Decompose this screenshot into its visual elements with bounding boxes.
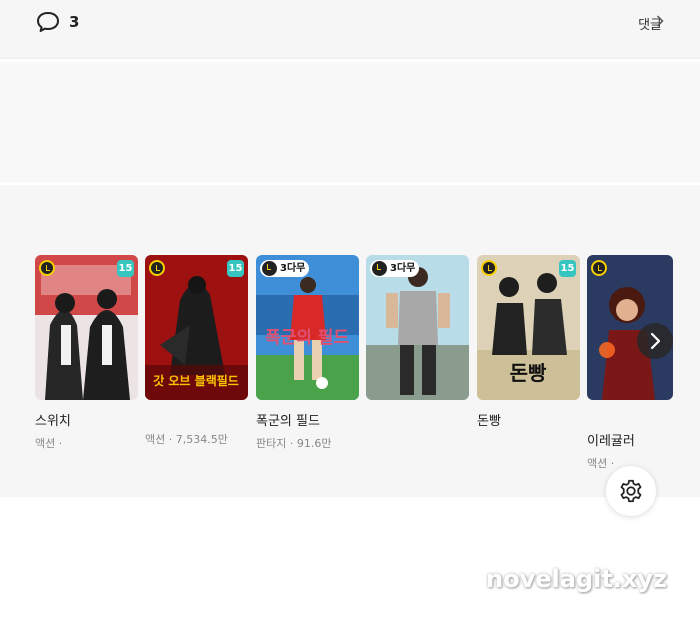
webtoon-thumbnail[interactable]: 폭군의 필드 3다무	[256, 255, 359, 400]
webtoon-meta	[477, 435, 580, 448]
webtoon-thumbnail[interactable]: 갓 오브 블랙필드 15	[145, 255, 248, 400]
cover-title: 돈빵	[510, 361, 547, 385]
webtoon-thumbnail[interactable]: 15	[35, 255, 138, 400]
webtoon-title[interactable]	[366, 410, 469, 425]
webtoon-meta: 액션 ·	[35, 437, 63, 450]
webtoon-meta: 액션 · 7,534.5만	[145, 433, 228, 446]
webtoon-title[interactable]: 이레귤러	[587, 430, 673, 449]
wait-free-label: 3다무	[280, 263, 306, 274]
clock-icon	[372, 261, 387, 276]
webtoon-card[interactable]: 이레귤러 액션 ·	[587, 255, 673, 471]
wait-free-label: 3다무	[390, 263, 416, 274]
comment-bar: 3 댓글	[0, 0, 700, 59]
chevron-right-icon[interactable]	[656, 15, 664, 27]
webtoon-card[interactable]: 갓 오브 블랙필드 15 액션 · 7,534.5만	[145, 255, 248, 447]
faded-section	[0, 62, 700, 182]
webtoon-card[interactable]: 3다무	[366, 255, 469, 444]
webtoon-meta: 판타지 · 91.6만	[256, 437, 332, 450]
comment-icon	[37, 12, 59, 32]
age-rating-badge: 15	[117, 260, 134, 277]
wait-free-badge: 3다무	[260, 260, 310, 277]
webtoon-title[interactable]	[145, 410, 248, 425]
webtoon-card[interactable]: 돈빵 15 돈빵	[477, 255, 580, 448]
webtoon-thumbnail[interactable]: 3다무	[366, 255, 469, 400]
webtoon-meta	[366, 431, 469, 444]
watermark: novelagit.xyz	[486, 565, 668, 593]
cover-title: 폭군의 필드	[265, 328, 349, 348]
chevron-right-icon	[650, 332, 661, 350]
webtoon-title[interactable]: 폭군의 필드	[256, 410, 359, 429]
webtoon-title[interactable]: 돈빵	[477, 410, 580, 429]
webtoon-title[interactable]: 스위치	[35, 410, 138, 429]
clock-icon	[481, 260, 497, 276]
age-rating-badge: 15	[559, 260, 576, 277]
webtoon-thumbnail[interactable]: 돈빵 15	[477, 255, 580, 400]
wait-free-badge: 3다무	[370, 260, 420, 277]
settings-button[interactable]	[606, 466, 656, 516]
comment-count: 3	[69, 13, 80, 31]
webtoon-card[interactable]: 폭군의 필드 3다무 폭군의 필드 판타지 · 91.6만	[256, 255, 359, 451]
age-rating-badge: 15	[227, 260, 244, 277]
webtoon-card[interactable]: 15 스위치 액션 ·	[35, 255, 138, 451]
gear-icon	[620, 479, 642, 503]
clock-icon	[39, 260, 55, 276]
cover-title: 갓 오브 블랙필드	[153, 373, 239, 388]
clock-icon	[591, 260, 607, 276]
clock-icon	[149, 260, 165, 276]
carousel-next-button[interactable]	[637, 323, 673, 359]
clock-icon	[262, 261, 277, 276]
